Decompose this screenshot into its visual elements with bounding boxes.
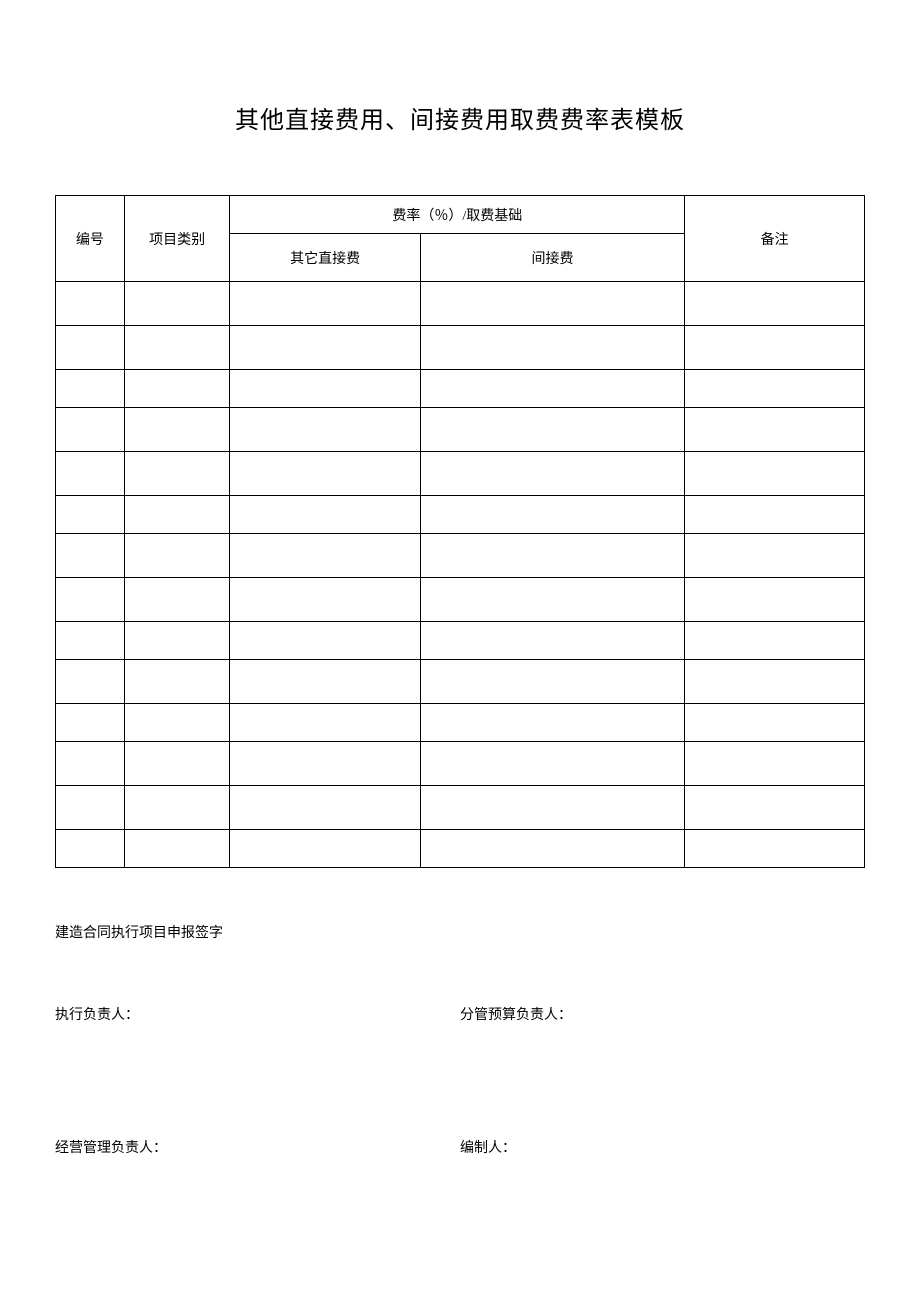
table-row: [56, 704, 865, 742]
header-rate-group: 费率（％）/取费基础: [230, 196, 685, 234]
table-row: [56, 326, 865, 370]
cell-indirect: [420, 622, 684, 660]
cell-indirect: [420, 704, 684, 742]
cell-category: [124, 370, 230, 408]
table-row: [56, 742, 865, 786]
cell-indirect: [420, 282, 684, 326]
cell-other: [230, 326, 420, 370]
cell-id: [56, 622, 125, 660]
cell-other: [230, 622, 420, 660]
cell-category: [124, 622, 230, 660]
cell-id: [56, 496, 125, 534]
document-title: 其他直接费用、间接费用取费费率表模板: [55, 100, 865, 135]
cell-notes: [685, 786, 865, 830]
table-row: [56, 622, 865, 660]
table-row: [56, 660, 865, 704]
cell-indirect: [420, 496, 684, 534]
signature-section: 建造合同执行项目申报签字 执行负责人： 分管预算负责人： 经营管理负责人： 编制…: [55, 923, 865, 1160]
cell-category: [124, 326, 230, 370]
cell-category: [124, 452, 230, 496]
fee-rate-table: 编号 项目类别 费率（％）/取费基础 备注 其它直接费 间接费: [55, 195, 865, 868]
header-other-direct: 其它直接费: [230, 234, 420, 282]
cell-id: [56, 742, 125, 786]
cell-id: [56, 370, 125, 408]
cell-id: [56, 786, 125, 830]
header-indirect: 间接费: [420, 234, 684, 282]
cell-other: [230, 452, 420, 496]
cell-category: [124, 282, 230, 326]
cell-indirect: [420, 578, 684, 622]
cell-category: [124, 496, 230, 534]
cell-other: [230, 704, 420, 742]
header-id: 编号: [56, 196, 125, 282]
cell-category: [124, 786, 230, 830]
cell-notes: [685, 282, 865, 326]
cell-id: [56, 326, 125, 370]
cell-other: [230, 578, 420, 622]
cell-notes: [685, 578, 865, 622]
cell-indirect: [420, 660, 684, 704]
cell-other: [230, 660, 420, 704]
cell-indirect: [420, 326, 684, 370]
cell-id: [56, 534, 125, 578]
cell-indirect: [420, 408, 684, 452]
cell-other: [230, 408, 420, 452]
cell-id: [56, 830, 125, 868]
cell-id: [56, 408, 125, 452]
table-row: [56, 786, 865, 830]
cell-other: [230, 282, 420, 326]
cell-notes: [685, 704, 865, 742]
cell-other: [230, 370, 420, 408]
cell-other: [230, 496, 420, 534]
cell-other: [230, 830, 420, 868]
cell-notes: [685, 452, 865, 496]
cell-other: [230, 742, 420, 786]
cell-category: [124, 742, 230, 786]
cell-notes: [685, 830, 865, 868]
cell-other: [230, 786, 420, 830]
cell-notes: [685, 742, 865, 786]
cell-id: [56, 704, 125, 742]
header-notes: 备注: [685, 196, 865, 282]
cell-indirect: [420, 452, 684, 496]
signature-mgmt-lead: 经营管理负责人：: [55, 1138, 460, 1160]
cell-id: [56, 282, 125, 326]
cell-indirect: [420, 742, 684, 786]
signature-intro: 建造合同执行项目申报签字: [55, 923, 865, 945]
cell-id: [56, 578, 125, 622]
cell-category: [124, 534, 230, 578]
cell-indirect: [420, 370, 684, 408]
cell-notes: [685, 660, 865, 704]
table-row: [56, 408, 865, 452]
table-row: [56, 830, 865, 868]
signature-exec-lead: 执行负责人：: [55, 1005, 460, 1027]
header-category: 项目类别: [124, 196, 230, 282]
cell-other: [230, 534, 420, 578]
cell-category: [124, 704, 230, 742]
cell-notes: [685, 326, 865, 370]
cell-notes: [685, 534, 865, 578]
cell-indirect: [420, 830, 684, 868]
table-row: [56, 370, 865, 408]
cell-category: [124, 830, 230, 868]
cell-category: [124, 578, 230, 622]
table-row: [56, 578, 865, 622]
cell-indirect: [420, 786, 684, 830]
table-row: [56, 534, 865, 578]
cell-notes: [685, 408, 865, 452]
cell-notes: [685, 370, 865, 408]
cell-notes: [685, 622, 865, 660]
table-row: [56, 496, 865, 534]
cell-id: [56, 452, 125, 496]
cell-notes: [685, 496, 865, 534]
signature-author: 编制人：: [460, 1138, 865, 1160]
cell-id: [56, 660, 125, 704]
signature-budget-lead: 分管预算负责人：: [460, 1005, 865, 1027]
cell-category: [124, 408, 230, 452]
table-row: [56, 452, 865, 496]
cell-indirect: [420, 534, 684, 578]
table-row: [56, 282, 865, 326]
cell-category: [124, 660, 230, 704]
